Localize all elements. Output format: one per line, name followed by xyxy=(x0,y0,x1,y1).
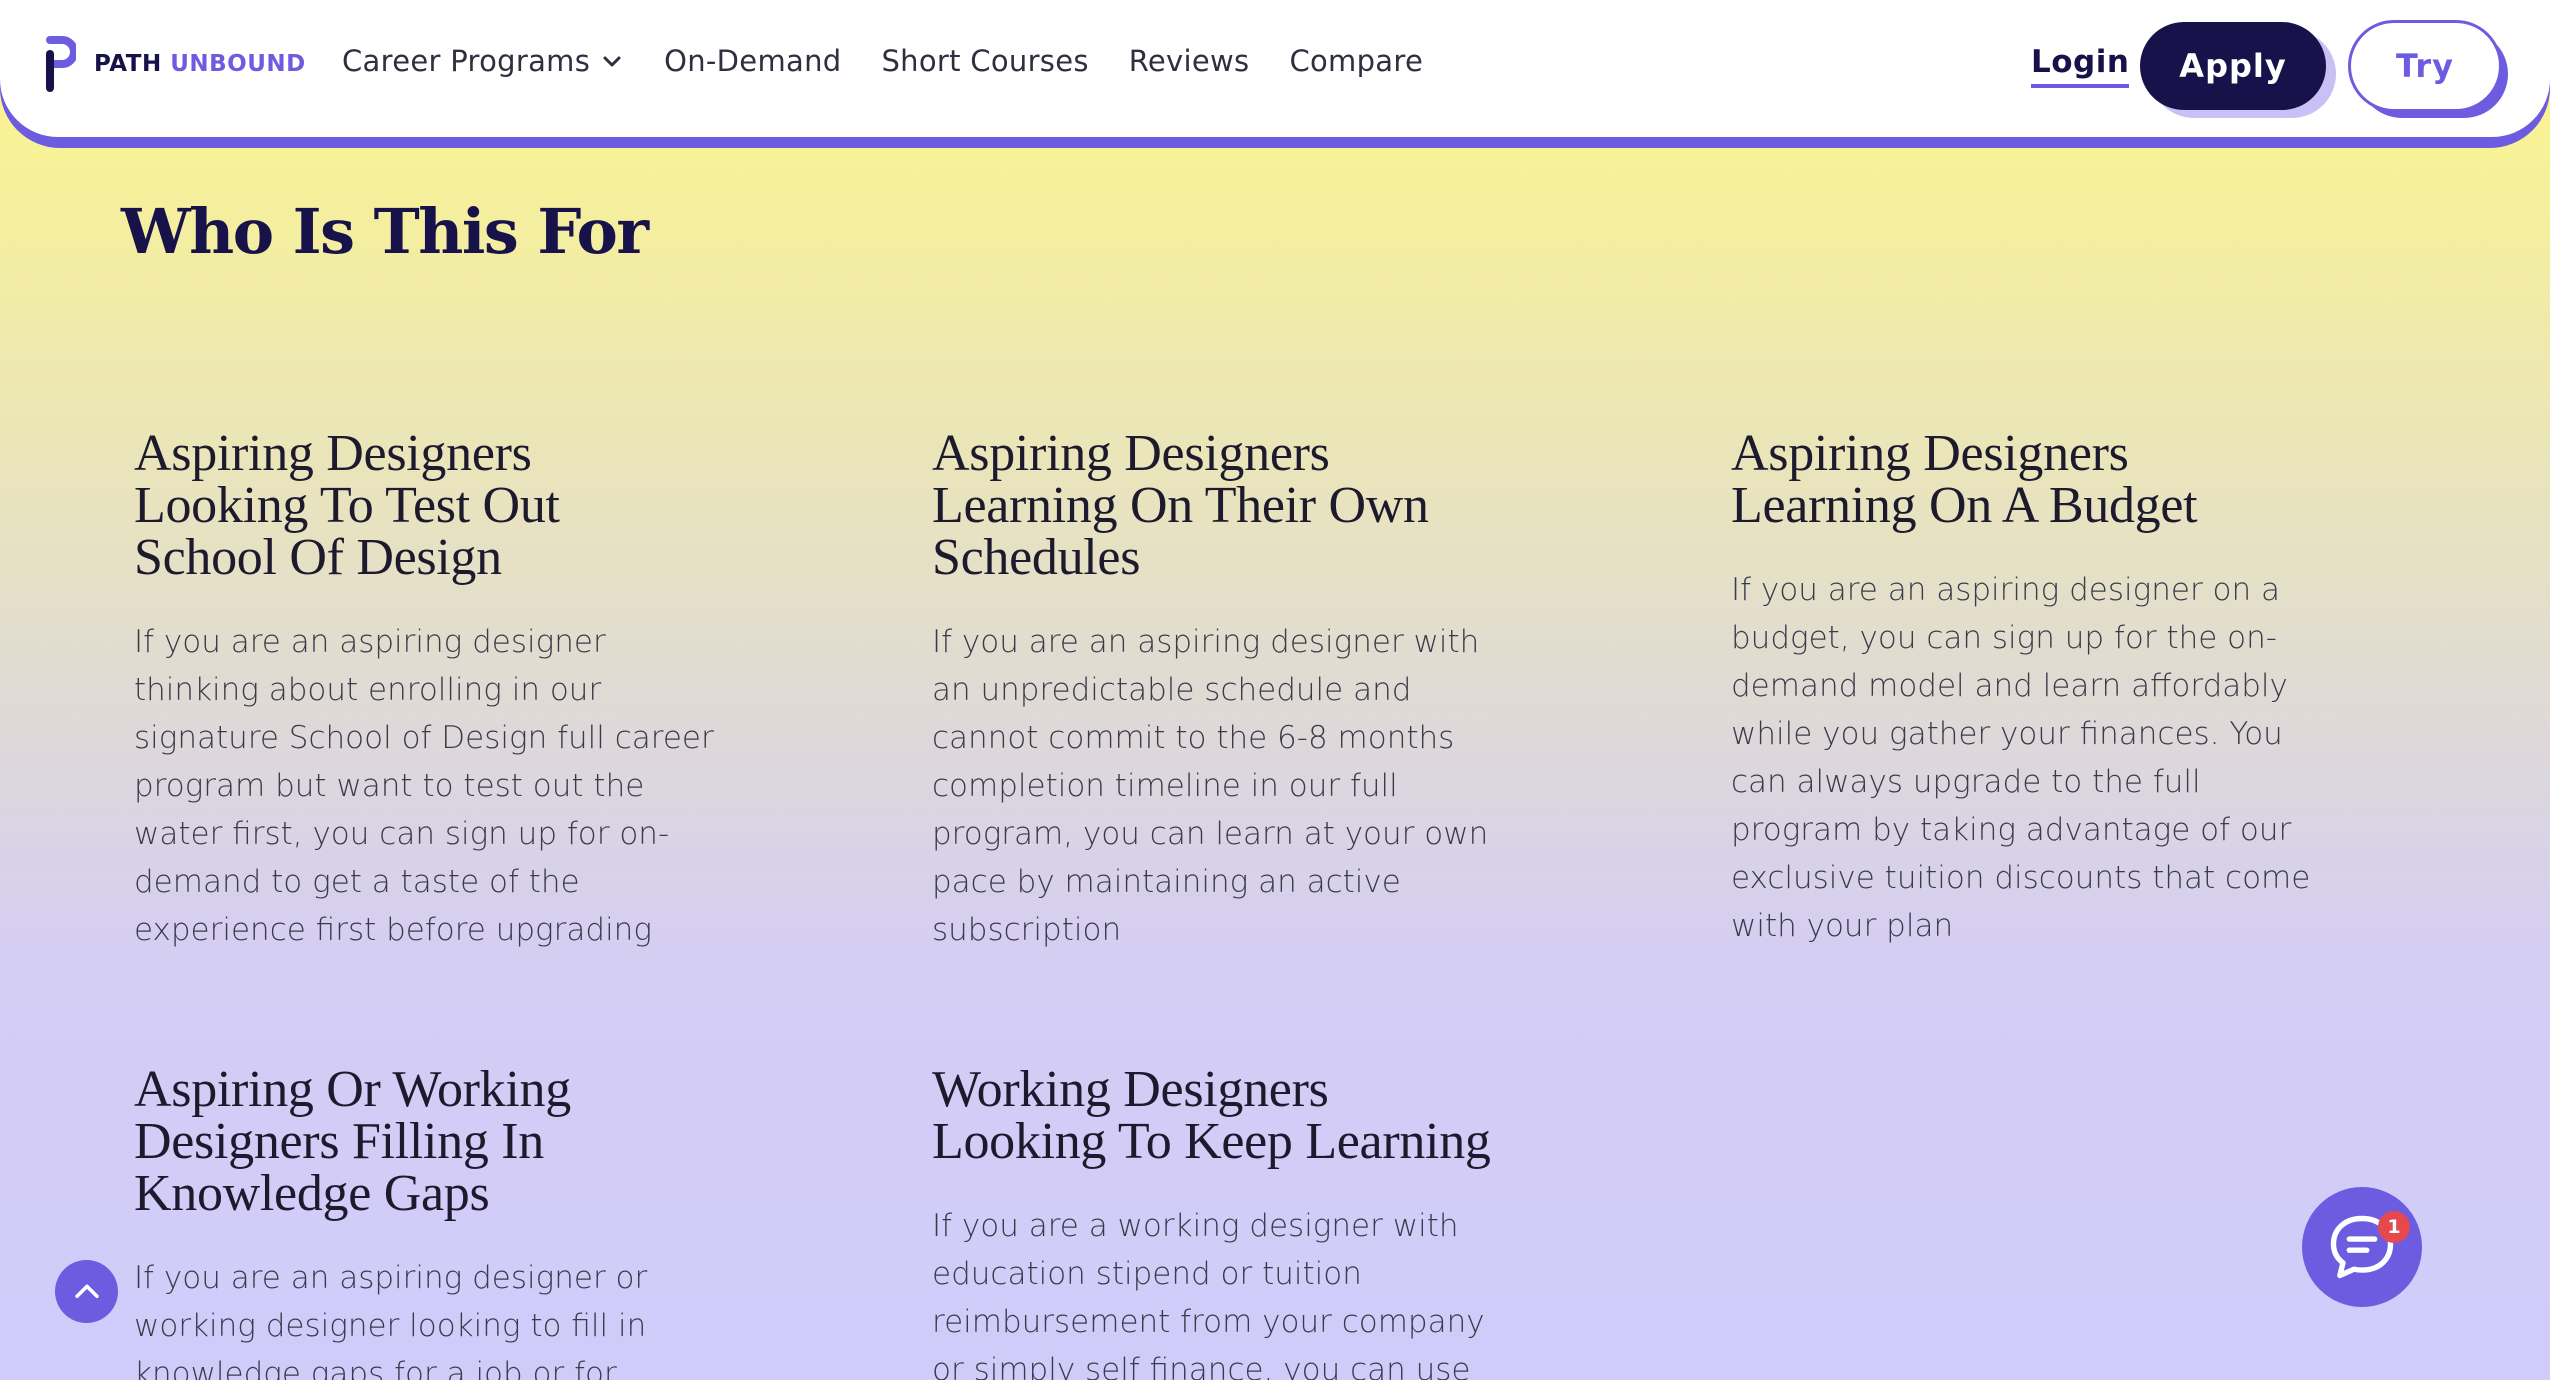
chevron-up-icon xyxy=(74,1284,99,1298)
audience-card: Aspiring Designers Learning On Their Own… xyxy=(932,428,1512,954)
card-title: Working Designers Looking To Keep Learni… xyxy=(932,1061,1491,1170)
audience-card: Aspiring Designers Learning On A Budget … xyxy=(1731,428,2311,950)
section-title: Who Is This For xyxy=(121,195,649,268)
card-title: Aspiring Designers Learning On Their Own… xyxy=(932,425,1429,586)
audience-card: Aspiring Designers Looking To Test Out S… xyxy=(134,428,714,954)
nav-item-career-programs[interactable]: Career Programs xyxy=(342,44,624,78)
card-body: If you are an aspiring designer on a bud… xyxy=(1731,572,2311,944)
card-title: Aspiring Designers Learning On A Budget xyxy=(1731,425,2198,534)
logo-word-unbound: UNBOUND xyxy=(170,51,306,77)
card-title: Aspiring Or Working Designers Filling In… xyxy=(134,1061,571,1222)
logo-wordmark: PATH UNBOUND xyxy=(94,51,306,77)
path-unbound-logo-icon xyxy=(46,36,76,92)
chat-widget-button[interactable] xyxy=(2302,1187,2422,1307)
chevron-down-icon xyxy=(603,56,621,67)
nav-item-reviews[interactable]: Reviews xyxy=(1129,44,1250,78)
audience-card: Working Designers Looking To Keep Learni… xyxy=(932,1064,1512,1380)
site-logo[interactable]: PATH UNBOUND xyxy=(44,36,306,92)
try-button[interactable]: Try xyxy=(2348,20,2502,112)
apply-button[interactable]: Apply xyxy=(2140,22,2326,110)
nav-label-career-programs: Career Programs xyxy=(342,44,591,78)
card-body: If you are an aspiring designer or worki… xyxy=(134,1260,648,1380)
nav-item-short-courses[interactable]: Short Courses xyxy=(881,44,1088,78)
card-body: If you are an aspiring designer thinking… xyxy=(134,624,714,948)
login-link[interactable]: Login xyxy=(2031,44,2130,88)
logo-word-path: PATH xyxy=(94,51,162,77)
site-header: PATH UNBOUND Career Programs On-Demand S… xyxy=(0,0,2550,137)
scroll-to-top-button[interactable] xyxy=(55,1260,118,1323)
main-nav: Career Programs On-Demand Short Courses … xyxy=(342,44,1423,78)
card-body: If you are an aspiring designer with an … xyxy=(932,624,1489,948)
audience-card: Aspiring Or Working Designers Filling In… xyxy=(134,1064,714,1380)
chat-notification-badge: 1 xyxy=(2378,1211,2410,1243)
card-title: Aspiring Designers Looking To Test Out S… xyxy=(134,425,560,586)
card-body: If you are a working designer with educa… xyxy=(932,1208,1485,1380)
nav-item-on-demand[interactable]: On-Demand xyxy=(664,44,841,78)
nav-item-compare[interactable]: Compare xyxy=(1289,44,1423,78)
